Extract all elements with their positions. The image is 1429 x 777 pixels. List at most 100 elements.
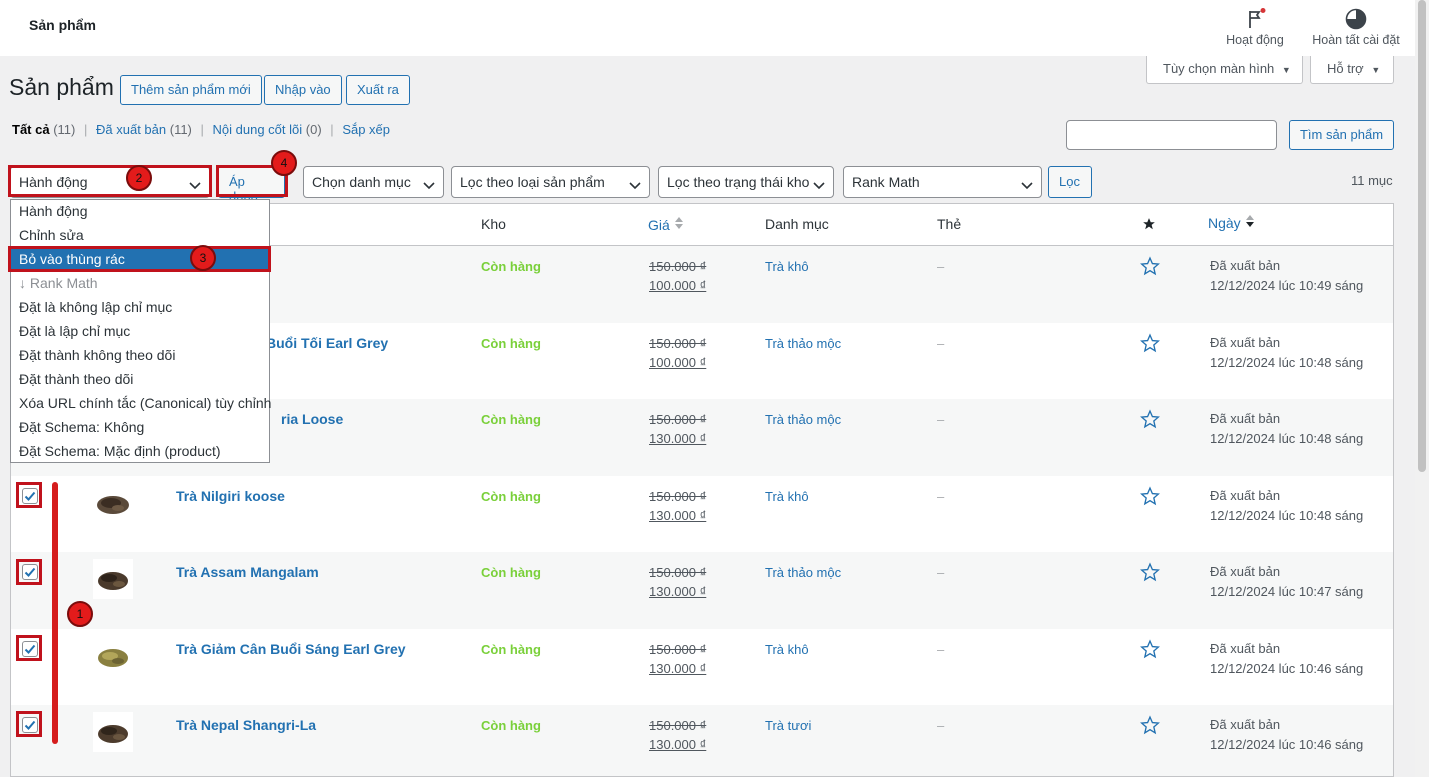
bulk-option-schema-default[interactable]: Đặt Schema: Mặc định (product) — [11, 440, 269, 464]
search-products-button[interactable]: Tìm sản phẩm — [1289, 120, 1394, 150]
screen-options-label: Tùy chọn màn hình — [1163, 61, 1275, 76]
regular-price: 150.000 ₫ — [649, 718, 707, 733]
chevron-down-icon — [629, 177, 641, 193]
activity-button[interactable]: Hoạt động — [1222, 8, 1288, 47]
product-thumbnail[interactable] — [93, 483, 133, 523]
add-new-product-button[interactable]: Thêm sản phẩm mới — [120, 75, 262, 105]
bulk-option-remove-canonical[interactable]: Xóa URL chính tắc (Canonical) tùy chỉnh — [11, 392, 271, 416]
regular-price: 150.000 ₫ — [649, 259, 707, 274]
product-name[interactable]: ria Loose — [281, 411, 343, 427]
bulk-action-dropdown: Hành động Chỉnh sửa Bỏ vào thùng rác ↓ R… — [10, 199, 271, 464]
post-status: Đã xuất bản — [1210, 334, 1281, 350]
featured-star-icon[interactable] — [1142, 217, 1156, 234]
sale-price: 130.000 ₫ — [649, 431, 707, 446]
star-outline-icon[interactable] — [1140, 562, 1160, 585]
view-sort[interactable]: Sắp xếp — [342, 122, 390, 137]
tags-value: – — [937, 641, 945, 657]
tags-value: – — [937, 565, 945, 580]
star-outline-icon[interactable] — [1140, 409, 1160, 432]
table-row: Trà Giảm Cân Buổi Sáng Earl Grey Còn hàn… — [11, 629, 1393, 706]
scrollbar-thumb[interactable] — [1418, 0, 1426, 472]
rank-math-filter-select[interactable]: Rank Math — [843, 166, 1042, 198]
top-bar: Sản phẩm Hoạt động Hoàn tất cài đặt — [0, 0, 1415, 56]
step-marker-2: 2 — [126, 165, 152, 191]
bulk-option-index[interactable]: Đặt là lập chỉ mục — [11, 320, 269, 344]
bulk-option-schema-none[interactable]: Đặt Schema: Không — [11, 416, 269, 440]
screen-options-button[interactable]: Tùy chọn màn hình ▼ — [1146, 56, 1303, 84]
view-published[interactable]: Đã xuất bản — [96, 122, 166, 137]
category-link[interactable]: Trà khô — [765, 642, 809, 657]
import-button[interactable]: Nhập vào — [264, 75, 342, 105]
post-status: Đã xuất bản — [1210, 411, 1281, 426]
sort-down-icon — [1245, 215, 1255, 231]
star-outline-icon[interactable] — [1140, 715, 1160, 738]
chevron-down-icon — [813, 177, 825, 193]
category-link[interactable]: Trà thảo mộc — [765, 412, 841, 427]
table-row: Trà Nilgiri koose Còn hàng 150.000 ₫ 130… — [11, 476, 1393, 553]
stock-status: Còn hàng — [481, 718, 541, 733]
search-input[interactable] — [1066, 120, 1277, 150]
post-status: Đã xuất bản — [1210, 487, 1281, 503]
stock-status: Còn hàng — [481, 335, 541, 351]
category-link[interactable]: Trà thảo mộc — [765, 565, 841, 580]
sale-price: 100.000 ₫ — [649, 354, 707, 370]
product-thumbnail[interactable] — [93, 559, 133, 599]
help-label: Hỗ trợ — [1327, 61, 1364, 76]
post-status: Đã xuất bản — [1210, 640, 1281, 656]
regular-price: 150.000 ₫ — [649, 641, 707, 657]
finish-setup-button[interactable]: Hoàn tất cài đặt — [1307, 8, 1405, 47]
regular-price: 150.000 ₫ — [649, 412, 707, 427]
product-name[interactable]: Trà Nepal Shangri-La — [176, 717, 316, 733]
col-category: Danh mục — [765, 216, 829, 232]
col-price[interactable]: Giá — [648, 216, 684, 233]
category-link[interactable]: Trà khô — [765, 259, 809, 274]
post-date: 12/12/2024 lúc 10:46 sáng — [1210, 660, 1364, 676]
product-type-filter-select[interactable]: Lọc theo loại sản phẩm — [451, 166, 650, 198]
scrollbar[interactable] — [1415, 0, 1429, 777]
bulk-option-nofollow[interactable]: Đặt thành không theo dõi — [11, 344, 269, 368]
category-filter-select[interactable]: Chọn danh mục — [303, 166, 444, 198]
sale-price: 130.000 ₫ — [649, 507, 707, 523]
view-cornerstone-count: (0) — [305, 122, 322, 137]
finish-setup-label: Hoàn tất cài đặt — [1312, 33, 1400, 47]
product-name[interactable]: Buổi Tối Earl Grey — [266, 335, 388, 351]
stock-status: Còn hàng — [481, 412, 541, 427]
bulk-option-follow[interactable]: Đặt thành theo dõi — [11, 368, 269, 392]
step-marker-1: 1 — [67, 601, 93, 627]
product-name[interactable]: Trà Nilgiri koose — [176, 488, 285, 504]
stock-status-filter-value: Lọc theo trạng thái kho — [667, 174, 810, 190]
annotation-selection-bar — [52, 482, 58, 744]
export-button[interactable]: Xuất ra — [346, 75, 410, 105]
bulk-option-rank-math-group: ↓ Rank Math — [19, 275, 98, 291]
star-outline-icon[interactable] — [1140, 638, 1160, 662]
view-published-label: Đã xuất bản — [96, 122, 167, 137]
product-thumbnail[interactable] — [93, 636, 133, 676]
col-date[interactable]: Ngày — [1208, 214, 1255, 231]
tags-value: – — [937, 412, 945, 427]
product-name[interactable]: Trà Giảm Cân Buổi Sáng Earl Grey — [176, 641, 406, 657]
bulk-option-noindex[interactable]: Đặt là không lập chỉ mục — [11, 296, 269, 320]
sale-price: 130.000 ₫ — [649, 660, 707, 676]
category-link[interactable]: Trà tươi — [765, 718, 811, 733]
category-link[interactable]: Trà khô — [765, 489, 809, 504]
stock-status: Còn hàng — [481, 641, 541, 657]
sale-price: 130.000 ₫ — [649, 584, 707, 599]
annotation-box-trash-option — [8, 246, 271, 272]
help-button[interactable]: Hỗ trợ ▼ — [1310, 56, 1394, 84]
annotation-box-checkbox — [16, 559, 42, 585]
product-name[interactable]: Trà Assam Mangalam — [176, 564, 319, 580]
stock-status-filter-select[interactable]: Lọc theo trạng thái kho — [658, 166, 834, 198]
star-outline-icon[interactable] — [1140, 332, 1160, 356]
chevron-down-icon — [423, 177, 435, 193]
post-date: 12/12/2024 lúc 10:49 sáng — [1210, 278, 1364, 293]
bulk-option-edit[interactable]: Chỉnh sửa — [11, 224, 269, 248]
category-link[interactable]: Trà thảo mộc — [765, 336, 841, 351]
filter-button[interactable]: Lọc — [1048, 166, 1092, 198]
post-date: 12/12/2024 lúc 10:48 sáng — [1210, 354, 1364, 370]
bulk-option-actions[interactable]: Hành động — [11, 200, 269, 224]
star-outline-icon[interactable] — [1140, 485, 1160, 509]
star-outline-icon[interactable] — [1140, 256, 1160, 279]
view-all[interactable]: Tất cả (11) — [12, 122, 75, 137]
view-cornerstone[interactable]: Nội dung cốt lõi — [213, 122, 303, 137]
product-thumbnail[interactable] — [93, 712, 133, 752]
